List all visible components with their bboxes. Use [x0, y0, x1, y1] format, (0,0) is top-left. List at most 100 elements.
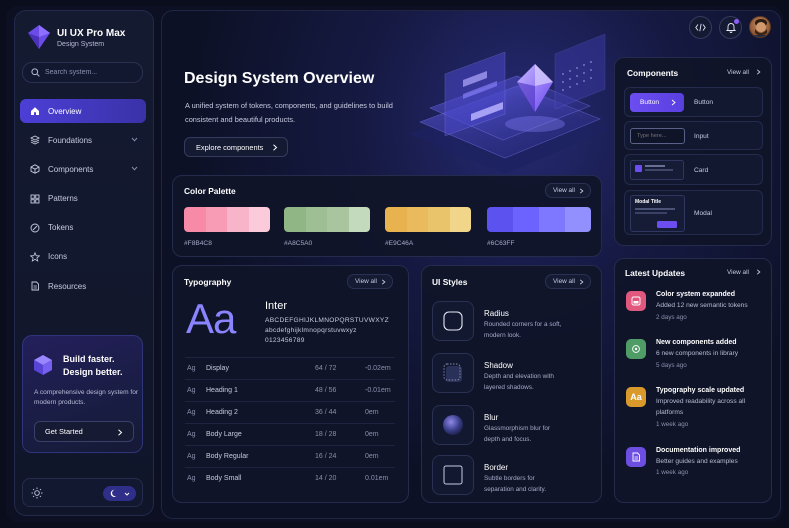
view-all-label: View all — [355, 278, 377, 285]
style-title: Radius — [484, 309, 509, 318]
type-size: 16 / 24 — [315, 453, 337, 460]
font-name: Inter — [265, 300, 288, 312]
promo-description: A comprehensive design system for modern… — [34, 389, 139, 406]
components-view-all-link[interactable]: View all — [727, 69, 749, 76]
view-all-label: View all — [553, 187, 575, 194]
sidebar-item-patterns[interactable]: Patterns — [20, 187, 146, 211]
component-row-input[interactable]: Input — [624, 121, 763, 150]
sidebar-item-overview[interactable]: Overview — [20, 99, 146, 123]
user-avatar[interactable] — [749, 16, 771, 38]
shadow-tile[interactable] — [432, 353, 474, 393]
sidebar-item-components[interactable]: Components — [20, 157, 146, 181]
shade — [487, 207, 513, 232]
shade — [305, 207, 327, 232]
update-title[interactable]: Color system expanded — [656, 291, 735, 298]
hero-illustration — [410, 34, 610, 174]
shade — [539, 207, 565, 232]
sample-input[interactable] — [630, 128, 685, 144]
palette-view-all-button[interactable]: View all — [545, 183, 591, 198]
radius-tile[interactable] — [432, 301, 474, 341]
update-title[interactable]: Documentation improved — [656, 447, 740, 454]
sidebar-item-tokens[interactable]: Tokens — [20, 216, 146, 240]
grid-icon — [30, 194, 40, 204]
type-row-heading-2[interactable]: Ag Heading 2 36 / 44 0em — [185, 401, 395, 423]
type-row-body-small[interactable]: Ag Body Small 14 / 20 0.01em — [185, 467, 395, 489]
sidebar-item-resources[interactable]: Resources — [20, 274, 146, 298]
shade — [327, 207, 349, 232]
update-title[interactable]: New components added — [656, 339, 737, 346]
cube-logo-icon — [34, 355, 52, 375]
digit-glyphs: 0123456789 — [265, 337, 305, 344]
updates-title: Latest Updates — [625, 268, 686, 278]
dark-mode-toggle[interactable] — [103, 486, 136, 501]
type-row-heading-1[interactable]: Ag Heading 1 48 / 56 -0.01em — [185, 379, 395, 401]
border-tile[interactable] — [432, 455, 474, 495]
swatch-hex: #6C63FF — [487, 240, 515, 247]
type-name: Body Small — [206, 475, 242, 482]
component-label: Input — [694, 133, 709, 140]
component-row-modal[interactable]: Modal Title Modal — [624, 190, 763, 235]
ag-sample: Ag — [187, 387, 196, 394]
home-icon — [30, 106, 40, 116]
document-icon — [632, 452, 640, 462]
component-row-card[interactable]: Card — [624, 154, 763, 185]
update-desc: Improved readability across all platform… — [656, 398, 746, 416]
brand-subtitle: Design System — [57, 41, 105, 48]
type-row-body-large[interactable]: Ag Body Large 18 / 28 0em — [185, 423, 395, 445]
swatch-hex: #A8C5A0 — [284, 240, 313, 247]
sidebar-item-label: Resources — [48, 281, 87, 291]
component-label: Modal — [694, 210, 712, 217]
logo-icon — [28, 25, 50, 49]
document-icon — [30, 281, 40, 291]
swatch-pink[interactable] — [184, 207, 270, 232]
ui-styles-title: UI Styles — [432, 277, 468, 287]
hero-title: Design System Overview — [184, 70, 375, 87]
swatch-purple[interactable] — [487, 207, 591, 232]
shade — [406, 207, 428, 232]
type-tracking: -0.01em — [365, 387, 391, 394]
updates-view-all-link[interactable]: View all — [727, 269, 749, 276]
chevron-right-icon — [756, 69, 761, 75]
search-box[interactable] — [22, 62, 143, 83]
component-row-button[interactable]: Button Button — [624, 87, 763, 117]
style-title: Shadow — [484, 361, 513, 370]
shade — [248, 207, 270, 232]
search-input[interactable] — [45, 69, 135, 76]
sun-icon[interactable] — [31, 487, 43, 499]
search-icon — [31, 68, 40, 77]
type-row-display[interactable]: Ag Display 64 / 72 -0.02em — [185, 357, 395, 379]
uppercase-glyphs: ABCDEFGHIJKLMNOPQRSTUVWXYZ — [265, 317, 389, 324]
code-button[interactable] — [689, 16, 712, 39]
notifications-button[interactable] — [719, 16, 742, 39]
swatch-yellow[interactable] — [385, 207, 471, 232]
color-palette-title: Color Palette — [184, 186, 236, 196]
explore-components-button[interactable]: Explore components — [184, 137, 288, 157]
style-desc: Depth and elevation with layered shadows… — [484, 373, 554, 391]
style-desc: Rounded corners for a soft, modern look. — [484, 321, 562, 339]
update-desc: 6 new components in library — [656, 350, 739, 357]
type-row-body-regular[interactable]: Ag Body Regular 16 / 24 0em — [185, 445, 395, 467]
modal-content-icon — [635, 208, 677, 228]
ui-styles-view-all-button[interactable]: View all — [545, 274, 591, 289]
shade — [385, 207, 407, 232]
blur-tile[interactable] — [432, 405, 474, 445]
chevron-right-icon — [273, 144, 278, 151]
ag-sample: Ag — [187, 365, 196, 372]
border-icon — [443, 465, 463, 485]
modal-title: Modal Title — [635, 199, 662, 205]
bell-icon — [725, 23, 736, 33]
swatch-green[interactable] — [284, 207, 370, 232]
explore-components-label: Explore components — [196, 142, 264, 152]
shade — [184, 207, 206, 232]
update-time: 5 days ago — [656, 362, 687, 369]
get-started-button[interactable]: Get Started — [34, 421, 134, 442]
lowercase-glyphs: abcdefghijklmnopqrstuvwxyz — [265, 327, 357, 334]
type-size: 18 / 28 — [315, 431, 337, 438]
sidebar-item-icons[interactable]: Icons — [20, 245, 146, 269]
sidebar-item-foundations[interactable]: Foundations — [20, 128, 146, 152]
sample-button[interactable]: Button — [630, 93, 684, 112]
sample-card-icon — [630, 160, 684, 180]
style-title: Border — [484, 463, 509, 472]
typography-view-all-button[interactable]: View all — [347, 274, 393, 289]
update-title[interactable]: Typography scale updated — [656, 387, 744, 394]
